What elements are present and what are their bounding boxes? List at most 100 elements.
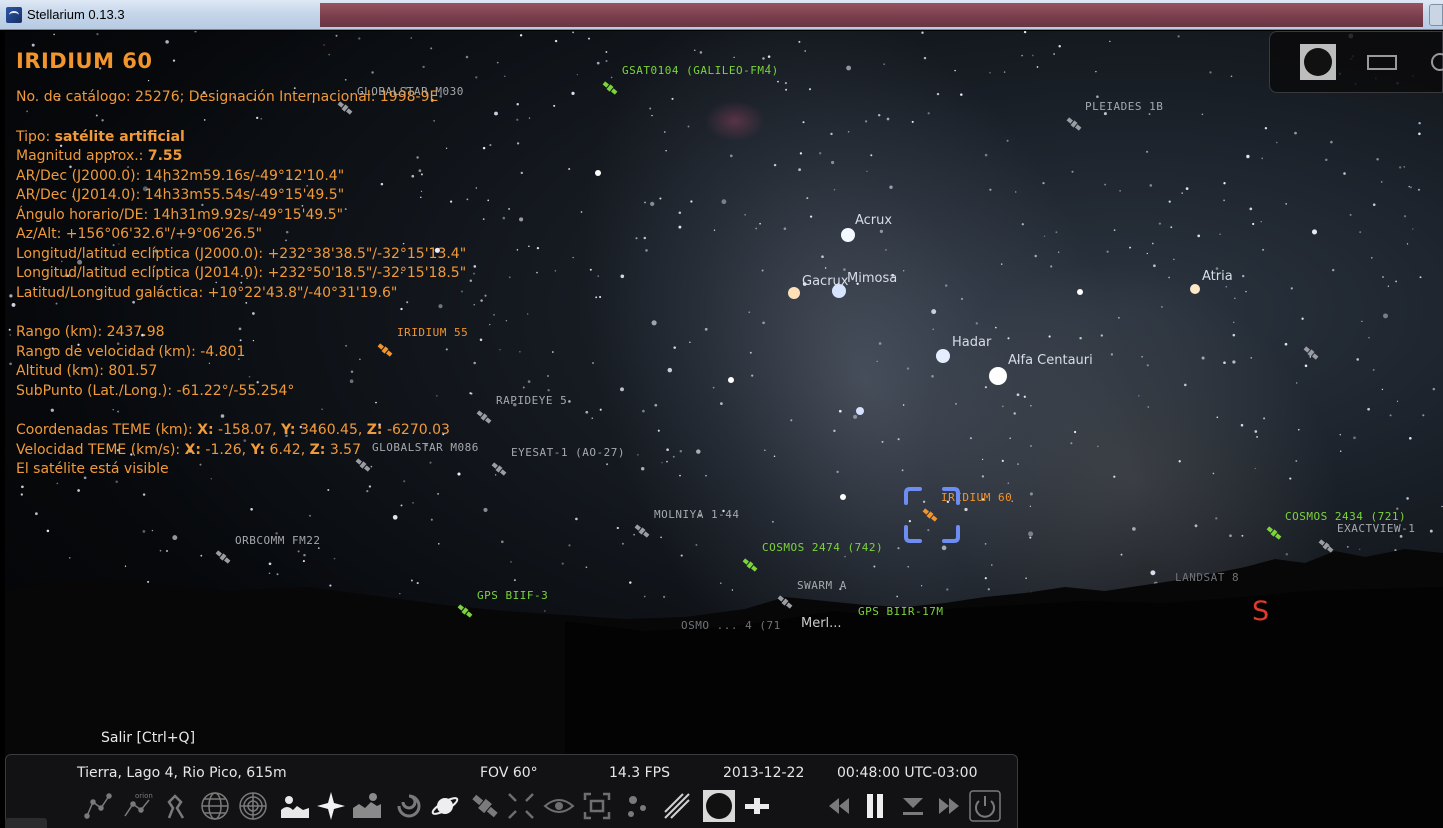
star-label-mimosa[interactable]: Mimosa bbox=[847, 271, 897, 286]
planets-button[interactable] bbox=[427, 789, 463, 823]
satellite-icon[interactable] bbox=[634, 523, 650, 539]
satellites-button[interactable] bbox=[467, 789, 503, 823]
ocular-ccd-button[interactable] bbox=[579, 789, 615, 823]
equatorial-grid-icon bbox=[201, 792, 229, 820]
teme-vel-x: -1.26, bbox=[200, 441, 251, 458]
sat-label-swarm-a[interactable]: SWARM A bbox=[797, 579, 847, 592]
sat-label-landsat-8[interactable]: LANDSAT 8 bbox=[1175, 571, 1239, 584]
constellation-art-button[interactable] bbox=[157, 789, 193, 823]
forward-button[interactable] bbox=[931, 789, 967, 823]
range-rate: Rango de velocidad (km): -4.801 bbox=[16, 343, 246, 360]
pause-button[interactable] bbox=[857, 789, 893, 823]
date-status[interactable]: 2013-12-22 bbox=[723, 765, 804, 781]
star-label-hadar[interactable]: Hadar bbox=[952, 335, 991, 350]
meteor-icon bbox=[664, 793, 690, 819]
satellite-icon[interactable] bbox=[777, 594, 793, 610]
az-alt: Az/Alt: +156°06'32.6"/+9°06'26.5" bbox=[16, 226, 263, 242]
time-status[interactable]: 00:48:00 UTC-03:00 bbox=[837, 765, 977, 781]
window-edge-control[interactable] bbox=[1429, 4, 1443, 26]
location-status[interactable]: Tierra, Lago 4, Rio Pico, 615m bbox=[77, 765, 287, 781]
sat-label-gps-biif3[interactable]: GPS BIIF-3 bbox=[477, 589, 548, 602]
star-label-acrux[interactable]: Acrux bbox=[855, 213, 892, 228]
meteor-showers-button[interactable] bbox=[659, 789, 695, 823]
radec-j2000: AR/Dec (J2000.0): 14h32m59.16s/-49°12'10… bbox=[16, 167, 345, 184]
satellite-icon[interactable] bbox=[1066, 116, 1082, 132]
eye-button[interactable] bbox=[541, 789, 577, 823]
catalog-line: No. de catálogo: 25276; Designación Inte… bbox=[16, 89, 439, 105]
satellite-icon[interactable] bbox=[215, 549, 231, 565]
toolbar-buttons: orion bbox=[81, 785, 1016, 825]
bottom-toolbar: Tierra, Lago 4, Rio Pico, 615m FOV 60° 1… bbox=[5, 754, 1018, 828]
magnitude-label: Magnitud approx.: bbox=[16, 148, 148, 164]
night-mode-button[interactable] bbox=[701, 789, 737, 823]
teme-vel-y: 6.42, bbox=[265, 441, 310, 458]
constellation-names-icon: orion bbox=[124, 792, 153, 817]
telescope-control-icon bbox=[745, 798, 769, 814]
cardinal-points-button[interactable] bbox=[313, 789, 349, 823]
sat-label-orbcomm[interactable]: ORBCOMM FM22 bbox=[235, 534, 320, 547]
satellite-icon[interactable] bbox=[491, 461, 507, 477]
satellite-icon[interactable] bbox=[742, 557, 758, 573]
gear-icon bbox=[1431, 53, 1443, 71]
scope-button[interactable] bbox=[739, 789, 775, 823]
sat-label-molniya[interactable]: MOLNIYA 1-44 bbox=[654, 508, 739, 521]
view-mode-panel bbox=[1269, 31, 1443, 93]
constellation-lines-icon bbox=[84, 793, 112, 819]
telescope-button[interactable] bbox=[503, 789, 539, 823]
star-label-atria[interactable]: Atria bbox=[1202, 269, 1233, 284]
power-icon bbox=[969, 790, 1001, 822]
atmosphere-button[interactable] bbox=[349, 789, 385, 823]
satellite-icon[interactable] bbox=[476, 409, 492, 425]
quit-button[interactable] bbox=[967, 789, 1003, 823]
window-title: Stellarium 0.13.3 bbox=[27, 7, 125, 22]
ground-button[interactable] bbox=[277, 789, 313, 823]
satellite-icon[interactable] bbox=[1266, 525, 1282, 541]
azimuthal-grid-button[interactable] bbox=[235, 789, 271, 823]
object-info-panel: IRIDIUM 60 No. de catálogo: 25276; Desig… bbox=[16, 48, 466, 480]
teme-coord-x: -158.07, bbox=[213, 422, 281, 438]
satellite-icon[interactable] bbox=[1303, 345, 1319, 361]
satellite-icon[interactable] bbox=[602, 80, 618, 96]
satellite-icon[interactable] bbox=[457, 603, 473, 619]
eye-icon bbox=[543, 799, 575, 813]
sat-label-gps-biir[interactable]: GPS BIIR-17M bbox=[858, 605, 943, 618]
sat-label-gsat0104[interactable]: GSAT0104 (GALILEO-FM4) bbox=[622, 64, 779, 77]
constellation-names-button[interactable]: orion bbox=[119, 789, 155, 823]
equatorial-grid-button[interactable] bbox=[197, 789, 233, 823]
window-titlebar[interactable]: Stellarium 0.13.3 bbox=[0, 0, 1443, 30]
night-mode-icon bbox=[703, 790, 735, 822]
bookmarks-button[interactable] bbox=[621, 789, 657, 823]
sat-label-pleiades-1b[interactable]: PLEIADES 1B bbox=[1085, 100, 1163, 113]
fullscreen-circle-button[interactable] bbox=[1298, 44, 1338, 80]
realtime-button[interactable] bbox=[895, 789, 931, 823]
sat-label-rapideye-5[interactable]: RAPIDEYE 5 bbox=[496, 394, 567, 407]
sat-label-cosmos-2474[interactable]: COSMOS 2474 (742) bbox=[762, 541, 883, 554]
planet-icon bbox=[431, 797, 459, 815]
galactic-coords: Latitud/Longitud galáctica: +10°22'43.8"… bbox=[16, 284, 398, 301]
rewind-button[interactable] bbox=[821, 789, 857, 823]
sat-label-eyesat-1[interactable]: EYESAT-1 (AO-27) bbox=[511, 446, 625, 459]
satellite-icon[interactable] bbox=[1318, 538, 1334, 554]
sat-label-exactview[interactable]: EXACTVIEW-1 bbox=[1337, 522, 1415, 535]
teme-vel-label: Velocidad TEME (km/s): bbox=[16, 441, 185, 458]
satellite-icon-selected[interactable] bbox=[922, 507, 938, 523]
pause-icon bbox=[867, 794, 883, 818]
star-label-alfa-centauri[interactable]: Alfa Centauri bbox=[1008, 353, 1093, 368]
realtime-icon bbox=[903, 798, 923, 815]
toolbar-handle[interactable] bbox=[5, 818, 47, 828]
constellation-lines-button[interactable] bbox=[81, 789, 117, 823]
sat-label-cosmos-partial[interactable]: OSMO ... 4 (71 bbox=[681, 619, 781, 632]
crosshair-icon bbox=[508, 793, 534, 819]
teme-vel-z-label: Z: bbox=[309, 441, 326, 458]
range: Rango (km): 2437.98 bbox=[16, 324, 165, 340]
star-label-merlot[interactable]: Merl... bbox=[801, 616, 842, 631]
settings-button-partial[interactable] bbox=[1422, 44, 1443, 80]
window-mode-button[interactable] bbox=[1362, 44, 1402, 80]
nebulae-button[interactable] bbox=[391, 789, 427, 823]
type-line: Tipo: satélite artificial bbox=[16, 128, 466, 148]
star-label-gacrux[interactable]: Gacrux bbox=[802, 274, 848, 289]
stellarium-app-icon bbox=[6, 7, 22, 23]
teme-vel-y-label: Y: bbox=[250, 441, 266, 458]
